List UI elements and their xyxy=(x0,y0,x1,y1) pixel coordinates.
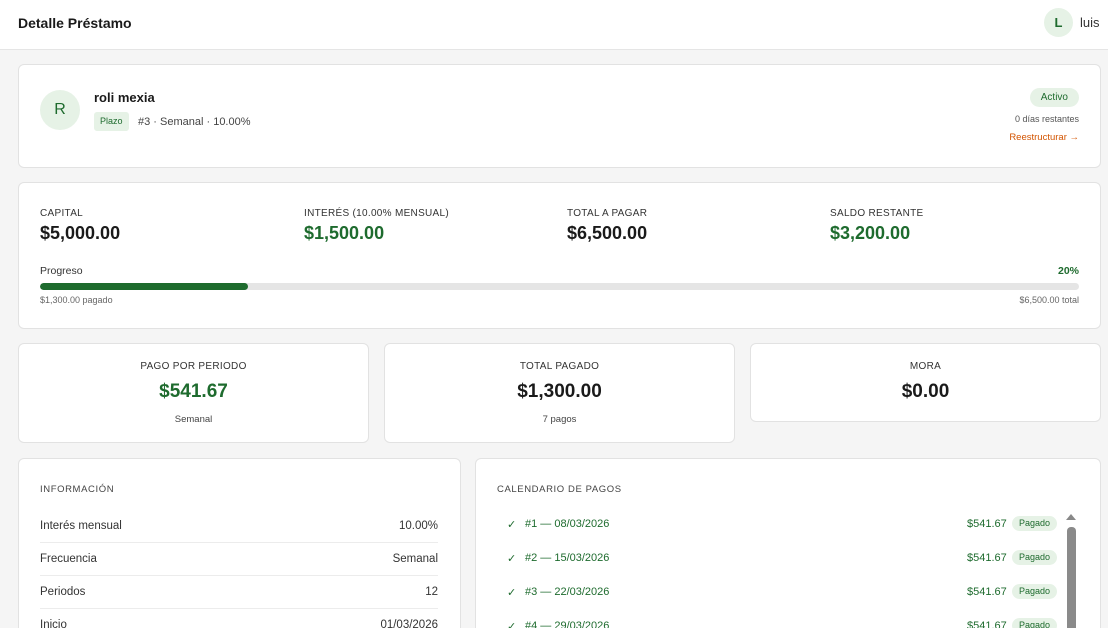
info-key: Inicio xyxy=(40,619,67,628)
balance-value: $3,200.00 xyxy=(830,223,911,243)
stat-label: MORA xyxy=(909,361,942,372)
scroll-up-arrow-icon[interactable] xyxy=(1066,514,1076,520)
stat-value: $0.00 xyxy=(901,381,950,402)
restructure-link[interactable]: Reestructurar → xyxy=(1009,132,1079,143)
paid-note: $1,300.00 pagado xyxy=(40,295,113,305)
paid-badge: Pagado xyxy=(1012,584,1058,599)
schedule-amount: $541.67 xyxy=(967,586,1007,598)
info-key: Interés mensual xyxy=(40,520,122,532)
info-key: Frecuencia xyxy=(40,553,97,565)
check-icon: ✓ xyxy=(507,519,517,531)
total-note: $6,500.00 total xyxy=(1019,295,1079,305)
stat-label: PAGO POR PERIODO xyxy=(140,361,247,372)
client-avatar: R xyxy=(40,90,80,130)
info-title: INFORMACIÓN xyxy=(40,484,115,495)
page-title: Detalle Préstamo xyxy=(18,15,132,31)
loan-meta: #3 · Semanal · 10.00% xyxy=(138,116,251,128)
schedule-label: #2 — 15/03/2026 xyxy=(525,552,610,564)
schedule-row[interactable]: ✓ #1 — 08/03/2026 $541.67 Pagado xyxy=(497,509,1058,543)
schedule-label: #3 — 22/03/2026 xyxy=(525,586,610,598)
stat-sub: Semanal xyxy=(174,414,213,425)
schedule-amount: $541.67 xyxy=(967,620,1007,628)
client-card: R roli mexia Plazo #3 · Semanal · 10.00%… xyxy=(18,64,1101,168)
info-row: Periodos 12 xyxy=(40,576,438,609)
schedule-label: #4 — 29/03/2026 xyxy=(525,620,610,628)
stat-card-total-paid: TOTAL PAGADO $1,300.00 7 pagos xyxy=(384,343,735,443)
progress-bar xyxy=(40,283,1079,290)
interest-label: INTERÉS (10.00% MENSUAL) xyxy=(304,208,450,219)
user-name[interactable]: luis xyxy=(1080,15,1100,30)
info-row: Interés mensual 10.00% xyxy=(40,510,438,543)
schedule-row[interactable]: ✓ #2 — 15/03/2026 $541.67 Pagado xyxy=(497,543,1058,577)
summary-card: CAPITAL $5,000.00 INTERÉS (10.00% MENSUA… xyxy=(18,182,1101,329)
stat-value: $541.67 xyxy=(159,381,228,402)
stat-card-period-payment: PAGO POR PERIODO $541.67 Semanal xyxy=(18,343,369,443)
scrollbar-thumb[interactable] xyxy=(1067,527,1076,628)
stat-value: $1,300.00 xyxy=(517,381,602,402)
top-bar: Detalle Préstamo L luis xyxy=(0,0,1108,50)
schedule-amount: $541.67 xyxy=(967,518,1007,530)
client-name: roli mexia xyxy=(94,90,155,105)
paid-badge: Pagado xyxy=(1012,550,1058,565)
progress-percent: 20% xyxy=(1057,265,1079,277)
progress-label: Progreso xyxy=(40,265,83,277)
schedule-title: CALENDARIO DE PAGOS xyxy=(497,484,622,495)
schedule-amount: $541.67 xyxy=(967,552,1007,564)
info-row: Frecuencia Semanal xyxy=(40,543,438,576)
capital-label: CAPITAL xyxy=(40,208,84,219)
info-value: 10.00% xyxy=(398,520,438,532)
balance-label: SALDO RESTANTE xyxy=(830,208,924,219)
progress-fill xyxy=(40,283,248,290)
schedule-row[interactable]: ✓ #3 — 22/03/2026 $541.67 Pagado xyxy=(497,577,1058,611)
info-card: INFORMACIÓN Interés mensual 10.00% Frecu… xyxy=(18,458,461,628)
info-row: Inicio 01/03/2026 xyxy=(40,609,438,628)
info-value: Semanal xyxy=(392,553,438,565)
interest-value: $1,500.00 xyxy=(304,223,385,243)
user-avatar[interactable]: L xyxy=(1044,8,1073,37)
check-icon: ✓ xyxy=(507,587,517,599)
schedule-label: #1 — 08/03/2026 xyxy=(525,518,610,530)
check-icon: ✓ xyxy=(507,621,517,628)
schedule-card: CALENDARIO DE PAGOS ✓ #1 — 08/03/2026 $5… xyxy=(475,458,1101,628)
paid-badge: Pagado xyxy=(1012,618,1058,628)
info-key: Periodos xyxy=(40,586,86,598)
total-label: TOTAL A PAGAR xyxy=(567,208,648,219)
stat-card-late-fee: MORA $0.00 xyxy=(750,343,1101,422)
days-left: 0 días restantes xyxy=(1014,114,1079,124)
info-value: 01/03/2026 xyxy=(380,619,438,628)
total-value: $6,500.00 xyxy=(567,223,648,243)
info-value: 12 xyxy=(425,586,438,598)
loan-type-badge: Plazo xyxy=(94,112,129,131)
capital-value: $5,000.00 xyxy=(40,223,121,243)
paid-badge: Pagado xyxy=(1012,516,1058,531)
check-icon: ✓ xyxy=(507,553,517,565)
status-badge: Activo xyxy=(1029,88,1079,107)
stat-label: TOTAL PAGADO xyxy=(519,361,600,372)
schedule-row[interactable]: ✓ #4 — 29/03/2026 $541.67 Pagado xyxy=(497,611,1058,628)
stat-sub: 7 pagos xyxy=(542,414,577,425)
